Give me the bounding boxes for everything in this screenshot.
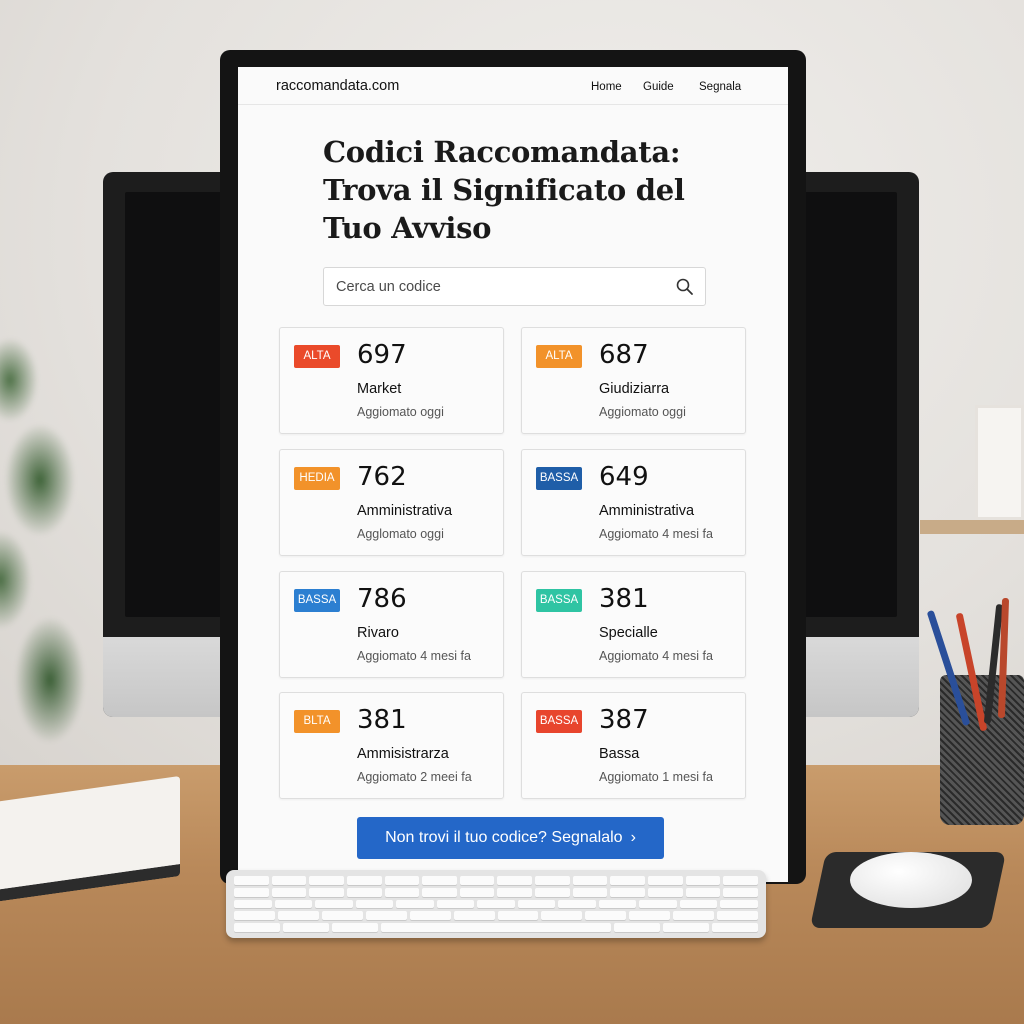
code-category: Specialle	[599, 625, 658, 641]
chevron-right-icon: ›	[630, 829, 636, 846]
code-card[interactable]: BASSA 387 Bassa Aggiomato 1 mesi fa	[521, 692, 746, 799]
priority-badge: BLTA	[294, 710, 340, 733]
keyboard	[226, 870, 766, 938]
search-input[interactable]	[336, 268, 666, 305]
report-code-label: Non trovi il tuo codice? Segnalalo	[385, 829, 623, 846]
code-card[interactable]: ALTA 687 Giudiziarra Aggiomato oggi	[521, 327, 746, 434]
code-number: 649	[599, 462, 649, 492]
code-number: 381	[357, 705, 407, 735]
page-title: Codici Raccomandata: Trova il Significat…	[323, 135, 685, 245]
picture-frame	[975, 405, 1024, 520]
code-category: Ammisistrarza	[357, 746, 449, 762]
updated-text: Aggiomato oggi	[357, 405, 444, 419]
priority-badge: BASSA	[536, 710, 582, 733]
site-brand-link[interactable]: raccomandata.com	[276, 78, 399, 94]
updated-text: Aggiomato 4 mesi fa	[599, 527, 713, 541]
code-card[interactable]: HEDIA 762 Amministrativa Agglomato oggi	[279, 449, 504, 556]
pencil-cup	[940, 675, 1024, 825]
code-number: 697	[357, 340, 407, 370]
plant	[0, 320, 120, 760]
code-category: Rivaro	[357, 625, 399, 641]
priority-badge: ALTA	[536, 345, 582, 368]
code-card[interactable]: BASSA 381 Specialle Aggiomato 4 mesi fa	[521, 571, 746, 678]
code-card[interactable]: BASSA 649 Amministrativa Aggiomato 4 mes…	[521, 449, 746, 556]
code-card[interactable]: BASSA 786 Rivaro Aggiomato 4 mesi fa	[279, 571, 504, 678]
code-category: Bassa	[599, 746, 640, 762]
updated-text: Agglomato oggi	[357, 527, 444, 541]
search-icon[interactable]	[675, 277, 695, 297]
code-number: 762	[357, 462, 407, 492]
web-page: raccomandata.com Home Guide Segnala Codi…	[238, 67, 788, 882]
code-category: Market	[357, 381, 402, 397]
updated-text: Aggiomato 4 mesi fa	[357, 649, 471, 663]
updated-text: Aggiomato 2 meei fa	[357, 770, 472, 784]
priority-badge: BASSA	[294, 589, 340, 612]
priority-badge: BASSA	[536, 589, 582, 612]
code-category: Amministrativa	[599, 503, 695, 519]
updated-text: Aggiomato 1 mesi fa	[599, 770, 713, 784]
report-code-button[interactable]: Non trovi il tuo codice? Segnalalo ›	[357, 817, 664, 859]
mouse	[850, 852, 972, 908]
updated-text: Aggiomato oggi	[599, 405, 686, 419]
code-number: 387	[599, 705, 649, 735]
priority-badge: BASSA	[536, 467, 582, 490]
priority-badge: HEDIA	[294, 467, 340, 490]
shelf	[920, 520, 1024, 534]
code-number: 381	[599, 584, 649, 614]
priority-badge: ALTA	[294, 345, 340, 368]
nav-segnala-link[interactable]: Segnala	[699, 81, 741, 93]
nav-home-link[interactable]: Home	[591, 81, 622, 93]
code-category: Amministrativa	[357, 503, 453, 519]
updated-text: Aggiomato 4 mesi fa	[599, 649, 713, 663]
code-category: Giudiziarra	[599, 381, 670, 397]
top-navbar: raccomandata.com Home Guide Segnala	[238, 67, 788, 105]
code-card[interactable]: ALTA 697 Market Aggiomato oggi	[279, 327, 504, 434]
code-card[interactable]: BLTA 381 Ammisistrarza Aggiomato 2 meei …	[279, 692, 504, 799]
nav-guide-link[interactable]: Guide	[643, 81, 674, 93]
search-box[interactable]	[323, 267, 706, 306]
code-number: 786	[357, 584, 407, 614]
code-number: 687	[599, 340, 649, 370]
